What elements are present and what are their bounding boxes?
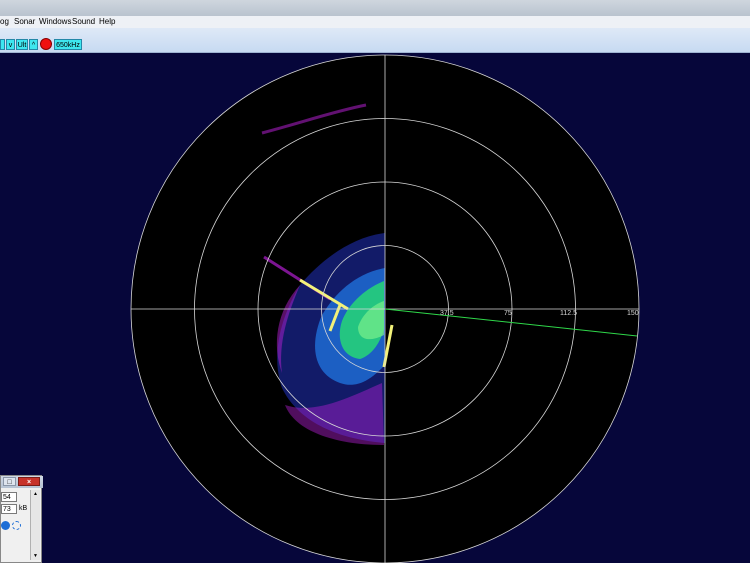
menu-sonar[interactable]: Sonar bbox=[14, 16, 35, 28]
sonar-canvas: 37.5 75 112.5 150 bbox=[130, 54, 640, 563]
range-mode-button[interactable]: Ult bbox=[16, 39, 28, 50]
panel-scrollbar[interactable]: ▲ ▼ bbox=[30, 490, 40, 560]
menu-log[interactable]: og bbox=[0, 16, 9, 28]
scroll-down-icon[interactable]: ▼ bbox=[32, 553, 39, 559]
connect-icon[interactable] bbox=[1, 521, 10, 530]
menu-help[interactable]: Help bbox=[99, 16, 115, 28]
panel-field-2-unit: kB bbox=[19, 505, 28, 512]
panel-title-bar: □ × bbox=[1, 476, 43, 488]
frequency-button[interactable]: 650kHz bbox=[54, 39, 82, 50]
scroll-up-icon[interactable]: ▲ bbox=[32, 491, 39, 497]
settings-icon[interactable] bbox=[12, 521, 21, 530]
toolbar-edge-button[interactable] bbox=[0, 39, 5, 50]
range-label-3: 112.5 bbox=[560, 310, 577, 317]
range-label-4: 150 bbox=[627, 310, 639, 317]
window-title-bar bbox=[0, 0, 750, 16]
panel-field-1[interactable]: 54 bbox=[1, 492, 17, 502]
panel-minimize-button[interactable]: □ bbox=[3, 477, 16, 486]
sonar-display[interactable]: 37.5 75 112.5 150 bbox=[0, 53, 750, 563]
panel-close-button[interactable]: × bbox=[18, 477, 40, 486]
menu-sound[interactable]: Sound bbox=[72, 16, 95, 28]
range-label-1: 37.5 bbox=[440, 310, 454, 317]
menu-windows[interactable]: Windows bbox=[39, 16, 71, 28]
gain-up-button[interactable]: ^ bbox=[29, 39, 38, 50]
gain-down-button[interactable]: v bbox=[6, 39, 15, 50]
panel-field-2[interactable]: 73 bbox=[1, 504, 17, 514]
toolbar: v Ult ^ 650kHz bbox=[0, 28, 750, 53]
range-label-2: 75 bbox=[504, 310, 512, 317]
record-icon[interactable] bbox=[40, 38, 52, 50]
menu-bar: og Sonar Windows Sound Help bbox=[0, 16, 750, 28]
floating-panel: □ × 54 73 kB ▲ ▼ bbox=[0, 475, 43, 563]
